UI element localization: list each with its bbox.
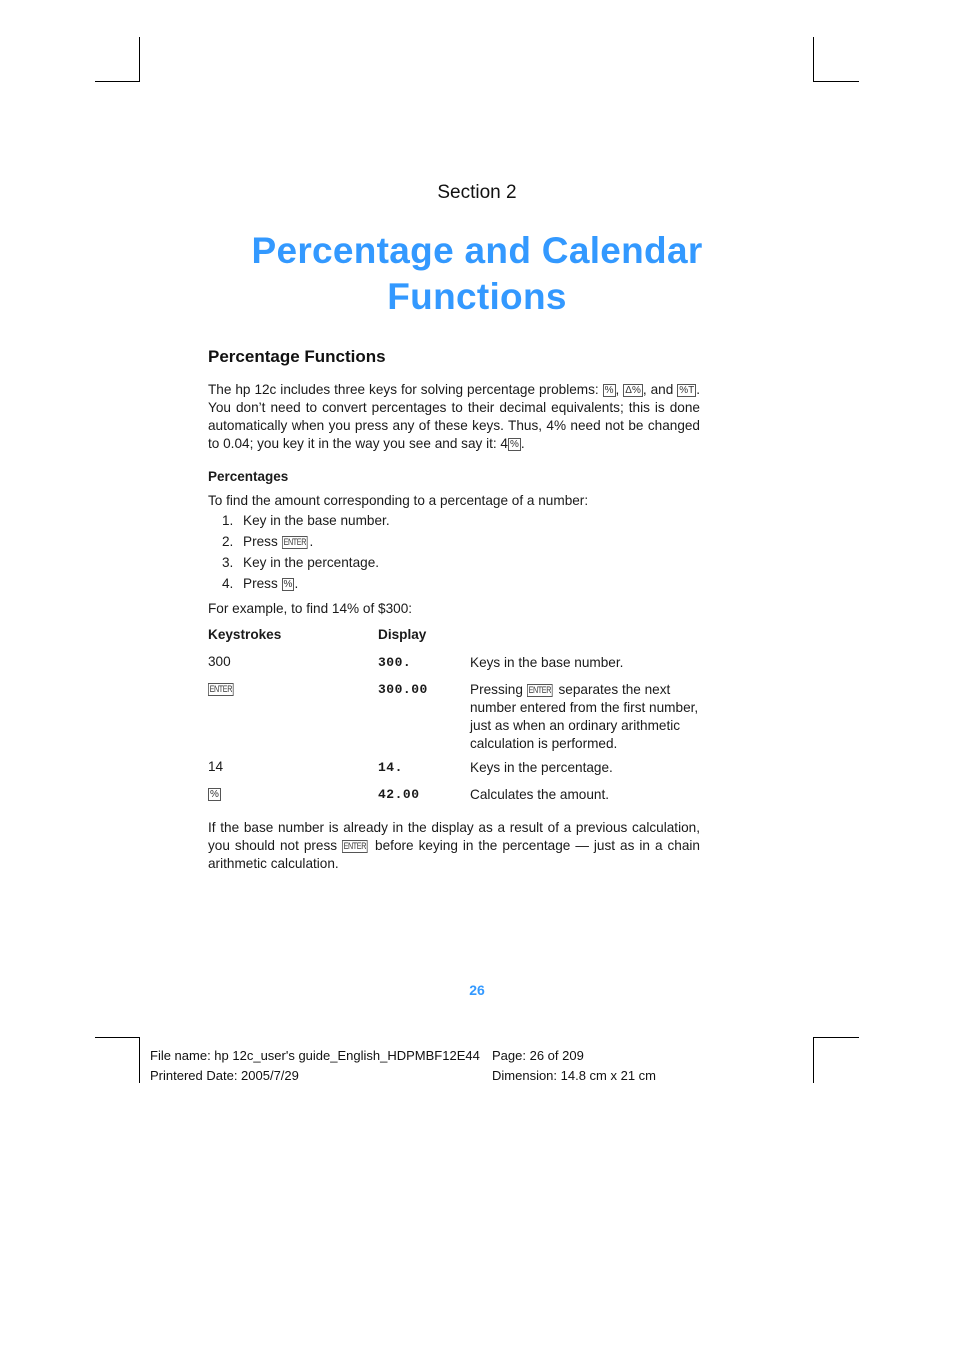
intro-text: The hp 12c includes three keys for solvi… [208, 382, 603, 397]
column-header-keystrokes: Keystrokes [208, 627, 282, 642]
description-cell: Keys in the base number. [470, 655, 624, 670]
footer-page: Page: 26 of 209 [492, 1048, 584, 1063]
crop-mark-top-right-v [813, 37, 814, 82]
period: . [294, 576, 299, 591]
display-cell: 300.00 [378, 682, 428, 697]
percent-key-icon: % [508, 438, 521, 451]
list-text: Press [243, 534, 282, 549]
description-cell: Keys in the percentage. [470, 760, 613, 775]
enter-key-icon: ENTER [526, 684, 553, 697]
desc-text: Pressing [470, 682, 527, 697]
crop-mark-bottom-left-h [95, 1037, 140, 1038]
list-number: 1. [222, 513, 234, 528]
percent-key-icon: % [602, 384, 616, 397]
delta-percent-key-icon: Δ% [623, 384, 643, 397]
section-label: Section 2 [437, 182, 517, 203]
column-header-display: Display [378, 627, 427, 642]
closing-paragraph: If the base number is already in the dis… [208, 819, 700, 873]
keystroke-cell: % [208, 786, 221, 801]
chapter-title-line1: Percentage and Calendar [251, 230, 703, 271]
list-text: Press [243, 576, 282, 591]
list-item: 4. Press %. [222, 576, 298, 591]
crop-mark-top-left-v [139, 37, 140, 82]
crop-mark-bottom-right-h [813, 1037, 859, 1038]
display-cell: 42.00 [378, 787, 420, 802]
list-item: 2. Press ENTER. [222, 534, 313, 549]
list-number: 4. [222, 576, 234, 591]
page-number: 26 [469, 982, 485, 998]
period: . [520, 436, 525, 451]
display-cell: 300. [378, 655, 412, 670]
steps-intro: To find the amount corresponding to a pe… [208, 493, 589, 508]
subheading-percentages: Percentages [208, 469, 289, 484]
chapter-title-line2: Functions [387, 276, 567, 317]
crop-mark-top-right-h [813, 81, 859, 82]
description-cell: Pressing ENTER separates the next number… [470, 681, 710, 753]
percent-total-key-icon: %T [677, 384, 697, 397]
chapter-title: Percentage and Calendar Functions [0, 228, 954, 320]
footer-dimension: Dimension: 14.8 cm x 21 cm [492, 1068, 657, 1083]
keystroke-cell: 300 [208, 654, 231, 669]
display-cell: 14. [378, 760, 403, 775]
crop-mark-bottom-left-v [139, 1037, 140, 1083]
list-item: 1. Key in the base number. [222, 513, 390, 528]
keystroke-cell: 14 [208, 759, 224, 774]
separator: , and [642, 382, 678, 397]
list-number: 2. [222, 534, 234, 549]
enter-key-icon: ENTER [342, 840, 368, 853]
crop-mark-bottom-right-v [813, 1037, 814, 1083]
keystroke-cell: ENTER [208, 681, 236, 696]
footer-file-name: File name: hp 12c_user's guide_English_H… [150, 1048, 480, 1063]
footer-printed-date: Printered Date: 2005/7/29 [150, 1068, 299, 1083]
example-intro: For example, to find 14% of $300: [208, 601, 413, 616]
enter-key-icon: ENTER [281, 536, 308, 549]
percent-key-icon: % [208, 788, 221, 801]
period: . [309, 534, 314, 549]
description-cell: Calculates the amount. [470, 787, 610, 802]
crop-mark-top-left-h [95, 81, 140, 82]
list-text: Key in the base number. [243, 513, 390, 528]
enter-key-icon: ENTER [208, 683, 234, 696]
separator: , [615, 382, 624, 397]
percent-key-icon: % [281, 578, 295, 591]
section-heading: Percentage Functions [208, 347, 386, 366]
intro-paragraph: The hp 12c includes three keys for solvi… [208, 381, 700, 453]
list-item: 3. Key in the percentage. [222, 555, 379, 570]
list-number: 3. [222, 555, 234, 570]
list-text: Key in the percentage. [243, 555, 380, 570]
